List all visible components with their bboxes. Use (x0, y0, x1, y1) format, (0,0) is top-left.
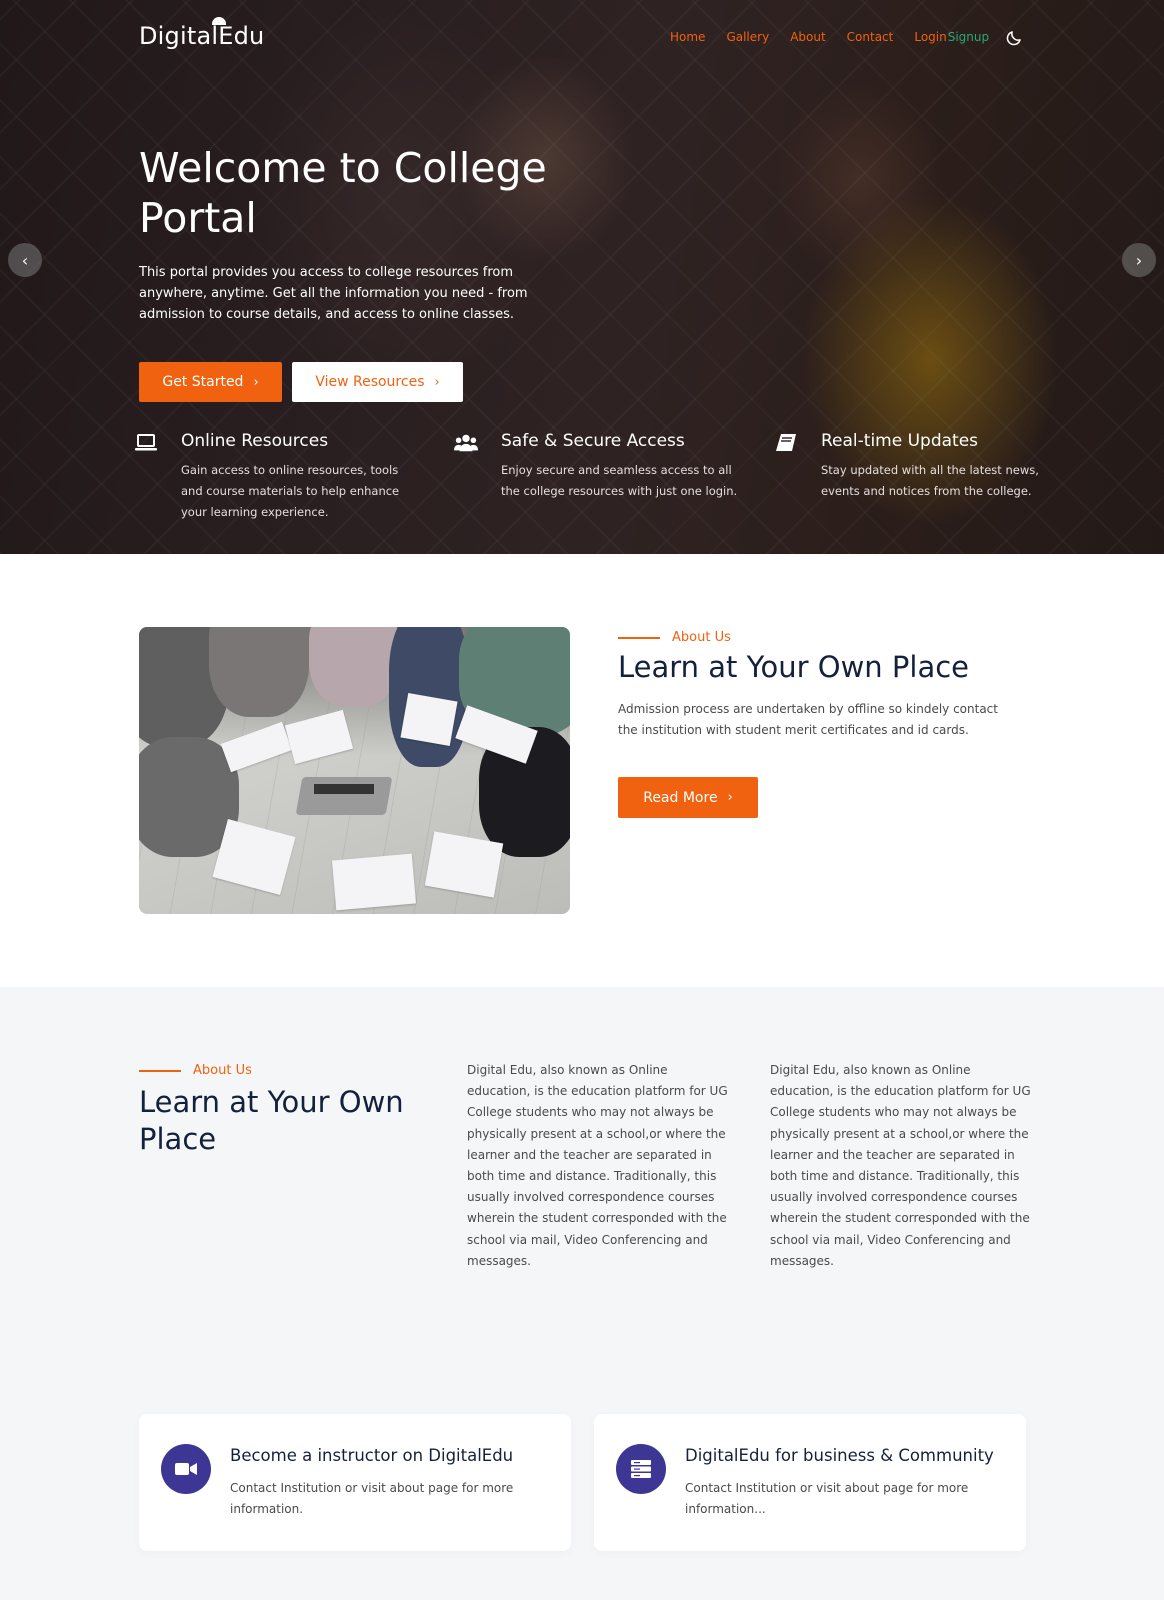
feature-text: Stay updated with all the latest news, e… (821, 463, 1039, 498)
graduation-cap-icon (212, 17, 226, 25)
moon-icon[interactable] (1005, 29, 1023, 47)
feature-title: Real-time Updates (821, 431, 979, 451)
carousel-prev-button[interactable]: ‹ (8, 243, 42, 277)
nav-home[interactable]: Home (670, 30, 705, 44)
about-text: Admission process are undertaken by offl… (618, 702, 998, 737)
feature-online-resources: Online Resources Gain access to online r… (135, 431, 421, 523)
read-more-button[interactable]: Read More › (618, 777, 758, 818)
about-eyebrow: About Us (618, 630, 731, 645)
feature-title: Online Resources (181, 431, 329, 451)
divider (618, 636, 660, 639)
chevron-right-icon: › (727, 790, 733, 805)
main-nav: Home Gallery About Contact Login Signup (670, 30, 989, 44)
about2-eyebrow: About Us (139, 1063, 252, 1078)
business-card[interactable]: DigitalEdu for business & Community Cont… (594, 1414, 1026, 1551)
view-resources-button[interactable]: View Resources › (292, 362, 463, 402)
card-text: Contact Institution or visit about page … (230, 1481, 514, 1516)
card-text: Contact Institution or visit about page … (685, 1481, 969, 1516)
hero-title: Welcome to College Portal (139, 144, 547, 242)
chevron-right-icon: › (434, 374, 440, 390)
users-icon (454, 434, 478, 452)
instructor-card[interactable]: Become a instructor on DigitalEdu Contac… (139, 1414, 571, 1551)
students-photo (139, 627, 570, 914)
read-more-label: Read More (643, 789, 718, 806)
view-resources-label: View Resources (315, 374, 425, 390)
about2-title: Learn at Your Own Place (139, 1085, 404, 1156)
logo-text: DigitalEdu (139, 22, 265, 50)
book-icon (776, 434, 796, 451)
chevron-right-icon: › (253, 374, 259, 390)
site-logo[interactable]: DigitalEdu (139, 17, 265, 50)
about-title: Learn at Your Own Place (618, 650, 970, 684)
nav-about[interactable]: About (790, 30, 825, 44)
feature-realtime-updates: Real-time Updates Stay updated with all … (776, 431, 1061, 502)
get-started-label: Get Started (162, 374, 244, 390)
about-column-text: Digital Edu, also known as Online educat… (467, 1063, 728, 1268)
get-started-button[interactable]: Get Started › (139, 362, 282, 402)
card-title: Become a instructor on DigitalEdu (230, 1446, 514, 1465)
divider (139, 1069, 181, 1072)
feature-text: Enjoy secure and seamless access to all … (501, 463, 738, 498)
server-icon (616, 1444, 666, 1494)
nav-login[interactable]: Login (914, 30, 946, 44)
feature-title: Safe & Secure Access (501, 431, 685, 451)
nav-contact[interactable]: Contact (847, 30, 894, 44)
carousel-next-button[interactable]: › (1122, 243, 1156, 277)
chevron-left-icon: ‹ (21, 250, 29, 270)
feature-text: Gain access to online resources, tools a… (181, 463, 400, 519)
nav-signup[interactable]: Signup (948, 30, 989, 44)
about-column-text: Digital Edu, also known as Online educat… (770, 1063, 1031, 1268)
card-title: DigitalEdu for business & Community (685, 1446, 994, 1465)
about-eyebrow-label: About Us (672, 630, 731, 645)
hero-section: DigitalEdu Home Gallery About Contact Lo… (0, 0, 1164, 554)
laptop-icon (135, 434, 157, 451)
nav-gallery[interactable]: Gallery (726, 30, 769, 44)
video-camera-icon (161, 1444, 211, 1494)
hero-description: This portal provides you access to colle… (139, 265, 528, 322)
about2-eyebrow-label: About Us (193, 1063, 252, 1078)
feature-secure-access: Safe & Secure Access Enjoy secure and se… (454, 431, 741, 502)
chevron-right-icon: › (1135, 250, 1143, 270)
